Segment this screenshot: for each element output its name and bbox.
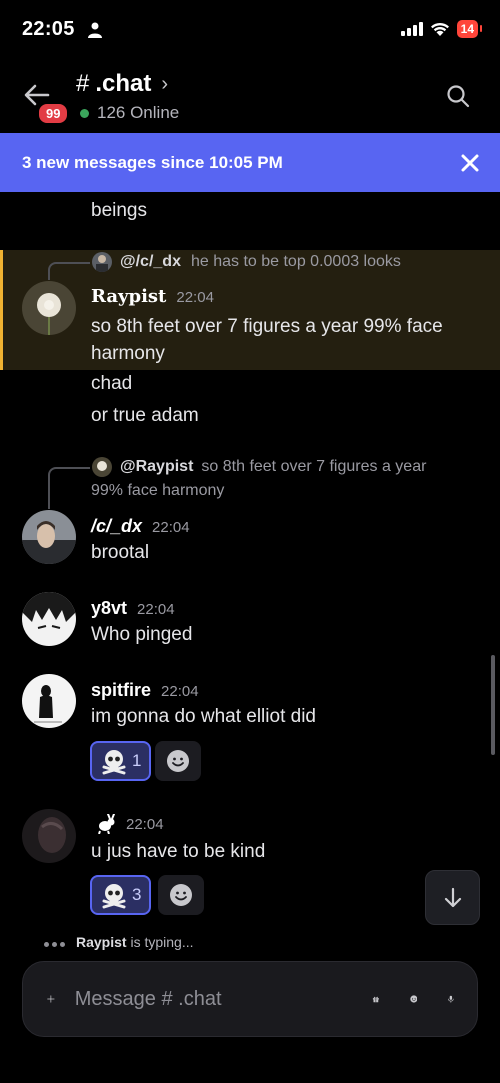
- online-count: 126 Online: [80, 103, 179, 123]
- gift-icon[interactable]: [372, 986, 380, 1012]
- reply-username: @Raypist: [120, 458, 194, 475]
- message-input[interactable]: [72, 986, 342, 1012]
- typing-suffix: is typing...: [126, 934, 194, 950]
- avatar[interactable]: [22, 809, 76, 863]
- reply-username: @/c/_dx: [120, 253, 181, 270]
- status-indicators: 14: [400, 20, 483, 38]
- timestamp: 22:04: [126, 815, 164, 833]
- wifi-icon: [430, 22, 449, 36]
- avatar[interactable]: [22, 510, 76, 564]
- username[interactable]: Raypist: [91, 286, 166, 307]
- reply-text: so 8th feet over 7 figures a year: [201, 458, 427, 475]
- message-header: /c/_dx 22:04: [91, 516, 190, 537]
- reply-connector: [48, 262, 90, 280]
- reply-text: 99% face harmony: [91, 482, 225, 499]
- online-count-text: 126 Online: [97, 103, 180, 122]
- message-text: or true adam: [91, 405, 199, 426]
- reply-preview[interactable]: @Raypist so 8th feet over 7 figures a ye…: [120, 458, 426, 476]
- message-text: Who pinged: [91, 624, 193, 645]
- avatar[interactable]: [22, 674, 76, 728]
- smiley-icon: [167, 750, 189, 772]
- arrow-down-icon: [444, 887, 461, 907]
- message-text: im gonna do what elliot did: [91, 706, 316, 727]
- battery-indicator: 14: [456, 20, 483, 38]
- channel-title[interactable]: # .chat ›: [76, 70, 168, 98]
- emoji-icon[interactable]: [409, 986, 418, 1012]
- add-reaction-button[interactable]: [158, 875, 204, 915]
- search-icon[interactable]: [446, 84, 470, 108]
- timestamp: 22:04: [152, 519, 190, 536]
- message-text: beings: [91, 200, 147, 221]
- message-header: 22:04: [96, 814, 164, 834]
- message-header: spitfire 22:04: [91, 680, 199, 701]
- reaction-count: 1: [132, 751, 142, 770]
- username[interactable]: y8vt: [91, 598, 127, 619]
- typing-username: Raypist: [76, 934, 127, 950]
- reaction-skull[interactable]: 3: [90, 875, 152, 915]
- avatar[interactable]: [22, 592, 76, 646]
- unread-badge: 99: [37, 102, 70, 125]
- username[interactable]: /c/_dx: [91, 516, 142, 537]
- chevron-right-icon: ›: [161, 72, 169, 95]
- reply-text: he has to be top 0.0003 looks: [190, 253, 401, 270]
- smiley-icon: [170, 884, 192, 906]
- skull-crossbones-icon: [102, 884, 126, 909]
- reply-preview[interactable]: @/c/_dx he has to be top 0.0003 looks: [120, 253, 401, 271]
- jump-to-bottom-button[interactable]: [425, 870, 480, 925]
- new-messages-text: 3 new messages since 10:05 PM: [22, 152, 283, 172]
- plus-icon[interactable]: [47, 986, 55, 1012]
- reply-connector: [48, 467, 90, 509]
- bunny-icon[interactable]: [96, 814, 118, 834]
- cellular-signal-icon: [400, 22, 423, 36]
- timestamp: 22:04: [161, 683, 199, 700]
- channel-name: .chat: [95, 70, 152, 97]
- avatar[interactable]: [22, 281, 76, 335]
- message-text: u jus have to be kind: [91, 841, 266, 862]
- person-icon: [88, 22, 102, 38]
- message-header: y8vt 22:04: [91, 598, 175, 619]
- reaction-skull[interactable]: 1: [90, 741, 152, 781]
- message-text: brootal: [91, 542, 150, 563]
- status-time: 22:05: [22, 18, 75, 40]
- new-messages-banner[interactable]: 3 new messages since 10:05 PM: [0, 133, 500, 192]
- skull-crossbones-icon: [102, 750, 126, 775]
- timestamp: 22:04: [137, 601, 175, 618]
- typing-dots-icon: [44, 934, 68, 950]
- channel-hash-icon: #: [76, 70, 90, 97]
- reply-avatar: [92, 252, 112, 272]
- online-dot-icon: [80, 108, 89, 118]
- username[interactable]: spitfire: [91, 680, 151, 701]
- message-header: Raypist 22:04: [91, 286, 214, 307]
- message-text: chad: [91, 373, 133, 394]
- scrollbar[interactable]: [491, 655, 495, 755]
- timestamp: 22:04: [176, 289, 214, 306]
- add-reaction-button[interactable]: [155, 741, 201, 781]
- microphone-icon[interactable]: [447, 986, 455, 1012]
- reply-avatar: [92, 457, 112, 477]
- reaction-count: 3: [132, 885, 142, 904]
- message-composer: [22, 961, 478, 1037]
- close-icon[interactable]: [460, 153, 480, 173]
- message-text: so 8th feet over 7 figures a year 99% fa…: [91, 316, 443, 364]
- typing-indicator: Raypist is typing...: [44, 934, 194, 950]
